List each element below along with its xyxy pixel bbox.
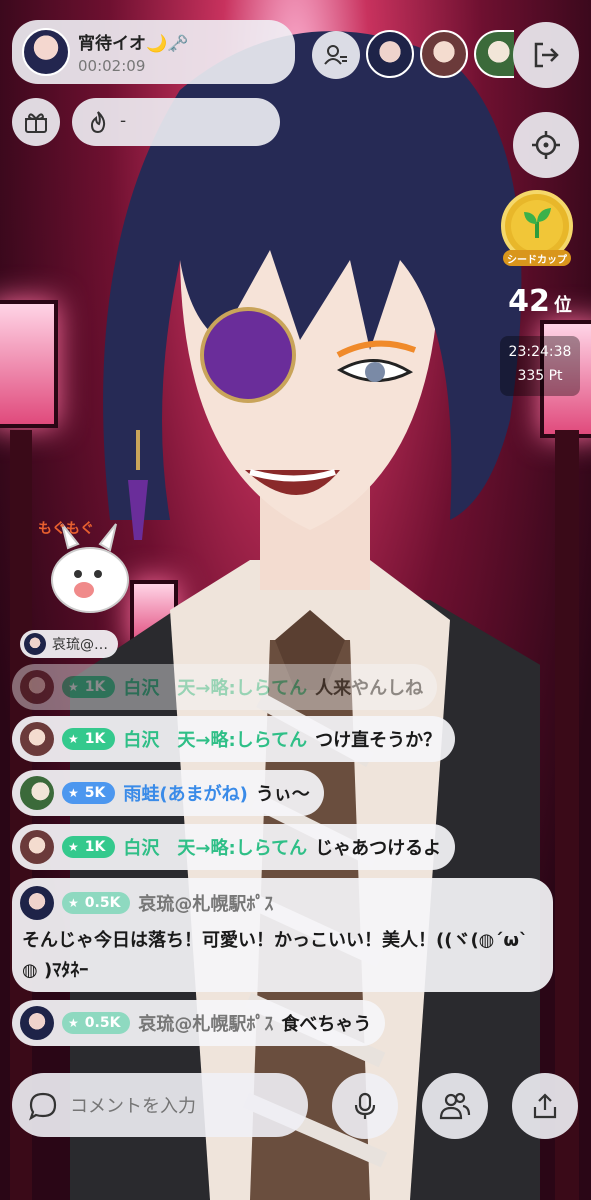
gift-level-badge: ★ 0.5K	[62, 892, 131, 914]
streamer-avatar	[22, 28, 70, 76]
comment-username: 白沢 天→略:しらてん	[123, 730, 308, 751]
badge-value: 1K	[84, 731, 106, 747]
rank-info-box: 23:24:38 335 Pt	[500, 336, 580, 396]
comment-item[interactable]: ★ 0.5K 哀琉@札幌駅ﾎﾟｽ 食べちゃう	[12, 1000, 386, 1046]
badge-value: 5K	[84, 785, 106, 801]
comment-avatar	[20, 776, 54, 810]
comment-username: 雨蛙(あまがね)	[123, 784, 248, 805]
share-icon	[533, 1093, 557, 1119]
comment-username: 白沢 天→略:しらてん	[123, 838, 308, 859]
comment-avatar	[20, 670, 54, 704]
heat-value: -	[120, 111, 127, 131]
person-list-icon	[324, 45, 347, 65]
gift-button[interactable]	[12, 98, 60, 146]
rank-suffix: 位	[553, 295, 572, 316]
gift-level-badge: ★ 1K	[62, 676, 116, 698]
comment-input-field[interactable]	[12, 1073, 308, 1137]
viewer-join-chip[interactable]: 哀琉@…	[20, 630, 118, 658]
rank-number: 42	[508, 284, 550, 319]
rank-time: 23:24:38	[508, 344, 572, 360]
exit-stream-button[interactable]	[513, 22, 579, 88]
rank-points: 335 Pt	[517, 368, 563, 384]
comment-text: そんじゃ今日は落ち！可愛い！かっこいい！美人！((ヾ(◍´ω`◍ )ﾏﾀﾈｰ	[22, 930, 529, 981]
seed-cup-badge[interactable]: シードカップ	[497, 188, 577, 270]
heat-pill[interactable]: -	[72, 98, 280, 146]
speech-bubble-icon	[29, 1092, 57, 1121]
comment-avatar	[20, 722, 54, 756]
crosshair-icon	[532, 131, 560, 159]
viewer-join-name: 哀琉@…	[52, 637, 108, 653]
top-viewer-avatar-3[interactable]	[474, 30, 514, 78]
viewer-list-button[interactable]	[312, 31, 360, 79]
gift-icon	[25, 113, 47, 133]
sticker-text: もぐもぐ	[38, 521, 94, 537]
top-viewer-avatar-1[interactable]	[366, 30, 414, 78]
comment-item[interactable]: ★ 1K 白沢 天→略:しらてん じゃあつけるよ	[12, 824, 456, 870]
eating-sticker: もぐもぐ	[38, 518, 138, 614]
streamer-info-pill[interactable]: 宵待イオ🌙🗝️ 00:02:09	[12, 20, 295, 84]
comment-item[interactable]: ★ 5K 雨蛙(あまがね) うぃ〜	[12, 770, 324, 816]
star-icon: ★	[68, 1016, 79, 1030]
gift-level-badge: ★ 1K	[62, 728, 116, 750]
comment-username: 白沢 天→略:しらてん	[123, 678, 308, 699]
comment-text: じゃあつけるよ	[315, 838, 442, 859]
gift-level-badge: ★ 1K	[62, 836, 116, 858]
star-icon: ★	[68, 896, 79, 910]
comment-item[interactable]: ★ 1K 白沢 天→略:しらてん つけ直そうか？	[12, 716, 456, 762]
lantern-left	[0, 300, 58, 428]
star-icon: ★	[68, 680, 79, 694]
comment-text: つけ直そうか？	[315, 730, 442, 751]
streamer-name: 宵待イオ🌙🗝️	[78, 34, 189, 54]
flame-icon	[90, 111, 106, 133]
viewer-join-avatar	[24, 633, 46, 655]
top-viewer-avatar-2[interactable]	[420, 30, 468, 78]
microphone-button[interactable]	[332, 1073, 398, 1139]
target-button[interactable]	[513, 112, 579, 178]
badge-value: 1K	[84, 839, 106, 855]
comment-item-long[interactable]: ★ 0.5K 哀琉@札幌駅ﾎﾟｽ そんじゃ今日は落ち！可愛い！かっこいい！美人！(…	[12, 878, 553, 992]
badge-value: 0.5K	[84, 895, 121, 911]
comment-text: 食べちゃう	[281, 1014, 372, 1035]
comment-avatar	[20, 886, 54, 920]
comment-text: うぃ〜	[255, 784, 310, 805]
badge-value: 0.5K	[84, 1015, 121, 1031]
collab-button[interactable]	[422, 1073, 488, 1139]
cup-label: シードカップ	[507, 255, 567, 266]
star-icon: ★	[68, 840, 79, 854]
comment-avatar	[20, 830, 54, 864]
comment-avatar	[20, 1006, 54, 1040]
share-button[interactable]	[512, 1073, 578, 1139]
rank-display: 42 位	[500, 284, 580, 319]
comment-item[interactable]: ★ 1K 白沢 天→略:しらてん 人来やんしね	[12, 664, 438, 710]
star-icon: ★	[68, 786, 79, 800]
gift-level-badge: ★ 5K	[62, 782, 116, 804]
comment-input[interactable]	[68, 1091, 292, 1121]
exit-icon	[534, 42, 559, 68]
comment-username: 哀琉@札幌駅ﾎﾟｽ	[138, 894, 274, 915]
microphone-icon	[354, 1092, 376, 1119]
star-icon: ★	[68, 732, 79, 746]
comment-username: 哀琉@札幌駅ﾎﾟｽ	[138, 1014, 274, 1035]
gift-level-badge: ★ 0.5K	[62, 1012, 131, 1034]
people-icon	[439, 1092, 471, 1120]
badge-value: 1K	[84, 679, 106, 695]
stream-elapsed-time: 00:02:09	[78, 57, 146, 75]
comment-text: 人来やんしね	[315, 678, 424, 699]
